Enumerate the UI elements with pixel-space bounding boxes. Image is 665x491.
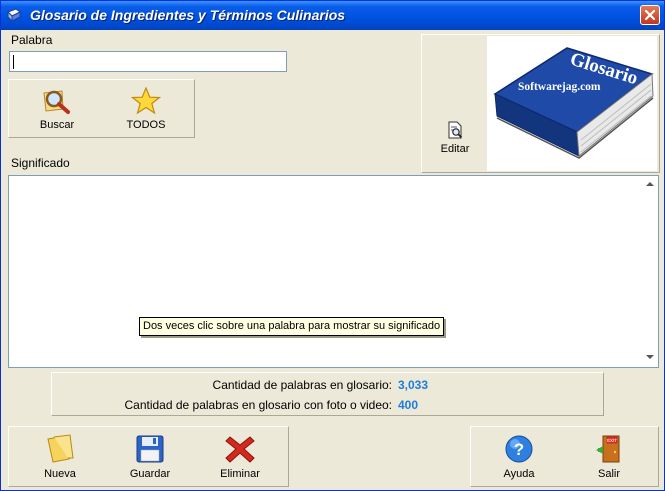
exit-door-icon: EXIT xyxy=(596,435,620,463)
tooltip: Dos veces clic sobre una palabra para mo… xyxy=(139,317,445,336)
scroll-up-arrow-icon[interactable] xyxy=(646,182,654,186)
close-icon xyxy=(644,9,656,21)
svg-text:?: ? xyxy=(514,440,524,459)
palabra-label: Palabra xyxy=(11,33,53,47)
media-words-value: 400 xyxy=(398,398,419,412)
help-exit-panel: ? Ayuda EXIT Salir xyxy=(470,426,659,487)
nueva-button[interactable]: Nueva xyxy=(34,434,86,480)
scroll-down-arrow-icon[interactable] xyxy=(646,355,654,359)
star-icon xyxy=(130,87,162,115)
close-button[interactable] xyxy=(640,5,660,25)
book-site-text: Softwarejag.com xyxy=(518,81,601,93)
text-caret xyxy=(13,54,14,69)
significado-label: Significado xyxy=(11,156,70,170)
edit-buttons-panel: Nueva Guardar Eliminar xyxy=(8,426,289,487)
glosario-logo: Glosario Softwarejag.com xyxy=(487,36,657,171)
svg-text:EXIT: EXIT xyxy=(607,438,617,443)
stats-panel: Cantidad de palabras en glosario: 3,033 … xyxy=(51,372,604,416)
salir-label: Salir xyxy=(597,468,620,480)
salir-button[interactable]: EXIT Salir xyxy=(583,434,635,480)
buscar-label: Buscar xyxy=(39,119,75,131)
floppy-disk-icon xyxy=(136,435,164,463)
significado-textarea[interactable] xyxy=(8,175,659,368)
eliminar-label: Eliminar xyxy=(220,468,260,480)
edit-document-icon xyxy=(448,121,463,139)
todos-label: TODOS xyxy=(126,119,166,131)
title-bar[interactable]: Glosario de Ingredientes y Términos Culi… xyxy=(1,1,664,30)
magnifier-icon xyxy=(43,90,70,114)
delete-x-icon xyxy=(225,436,255,463)
nueva-label: Nueva xyxy=(44,468,76,480)
media-words-label: Cantidad de palabras en glosario con fot… xyxy=(124,398,392,412)
palabra-input[interactable] xyxy=(9,51,287,72)
app-book-icon xyxy=(7,8,21,23)
total-words-value: 3,033 xyxy=(398,378,429,392)
editar-button[interactable]: Editar xyxy=(433,121,477,155)
window-title: Glosario de Ingredientes y Términos Culi… xyxy=(30,7,346,23)
vertical-scrollbar[interactable] xyxy=(642,176,658,367)
app-window: Glosario de Ingredientes y Términos Culi… xyxy=(0,0,665,491)
buscar-button[interactable]: Buscar xyxy=(26,87,88,131)
editar-label: Editar xyxy=(440,143,470,155)
ayuda-label: Ayuda xyxy=(503,468,535,480)
help-question-icon: ? xyxy=(505,435,533,463)
guardar-button[interactable]: Guardar xyxy=(122,434,178,480)
guardar-label: Guardar xyxy=(129,468,171,480)
total-words-label: Cantidad de palabras en glosario: xyxy=(212,378,392,392)
glosario-book-image: Glosario Softwarejag.com xyxy=(493,47,654,159)
eliminar-button[interactable]: Eliminar xyxy=(212,434,268,480)
search-buttons-panel: Buscar TODOS xyxy=(8,79,195,138)
new-document-icon xyxy=(47,434,74,463)
todos-button[interactable]: TODOS xyxy=(115,87,177,131)
ayuda-button[interactable]: ? Ayuda xyxy=(493,434,545,480)
